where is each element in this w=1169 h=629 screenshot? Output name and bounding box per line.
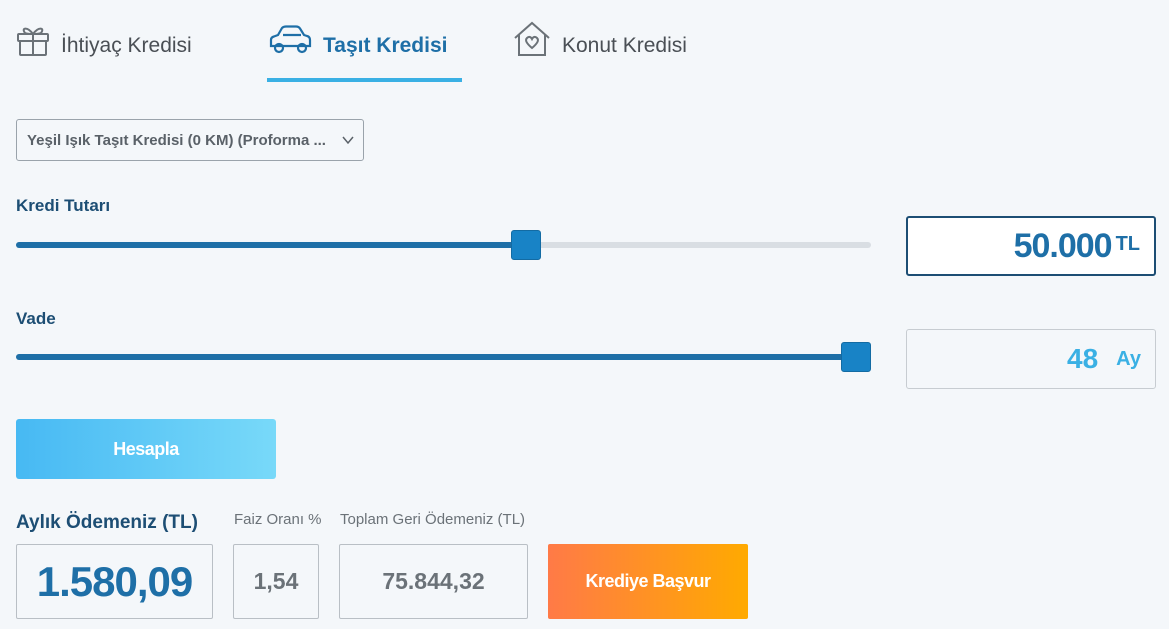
- monthly-payment-label: Aylık Ödemeniz (TL): [16, 512, 198, 533]
- total-repayment-label: Toplam Geri Ödemeniz (TL): [340, 511, 526, 528]
- term-unit: Ay: [1116, 347, 1141, 370]
- term-label: Vade: [16, 309, 56, 328]
- calculate-button[interactable]: Hesapla: [16, 419, 276, 479]
- interest-rate-label: Faiz Oranı %: [234, 511, 322, 528]
- gift-icon: [17, 27, 49, 56]
- slider-fill: [16, 242, 526, 248]
- term-value: 48: [1067, 343, 1099, 374]
- term-slider[interactable]: [16, 342, 871, 372]
- currency-unit: TL: [1115, 232, 1140, 255]
- loan-amount-input[interactable]: 50.000 TL: [906, 216, 1156, 276]
- house-heart-icon: [514, 21, 550, 56]
- interest-rate-box: 1,54: [233, 544, 319, 619]
- loan-product-select[interactable]: Yeşil Işık Taşıt Kredisi (0 KM) (Proform…: [16, 119, 364, 161]
- monthly-payment-box: 1.580,09: [16, 544, 213, 619]
- slider-handle[interactable]: [841, 342, 871, 372]
- chevron-down-icon: [342, 136, 354, 145]
- apply-loan-button[interactable]: Krediye Başvur: [548, 544, 748, 619]
- tab-label: Taşıt Kredisi: [323, 34, 448, 57]
- loan-amount-label: Kredi Tutarı: [16, 196, 111, 215]
- monthly-payment-value: 1.580,09: [36, 557, 193, 605]
- tab-tasit-kredisi[interactable]: Taşıt Kredisi: [267, 22, 462, 82]
- active-tab-indicator: [267, 78, 462, 82]
- total-repayment-value: 75.844,32: [382, 568, 485, 594]
- slider-handle[interactable]: [511, 230, 541, 260]
- loan-amount-value: 50.000: [1013, 226, 1113, 265]
- tab-ihtiyac-kredisi[interactable]: İhtiyaç Kredisi: [15, 22, 192, 82]
- interest-rate-value: 1,54: [253, 568, 299, 594]
- loan-amount-slider[interactable]: [16, 230, 871, 260]
- select-value: Yeşil Işık Taşıt Kredisi (0 KM) (Proform…: [27, 131, 326, 149]
- car-icon: [269, 25, 312, 54]
- tab-label: Konut Kredisi: [562, 34, 687, 57]
- tab-label: İhtiyaç Kredisi: [61, 34, 192, 57]
- total-repayment-box: 75.844,32: [339, 544, 528, 619]
- slider-fill: [16, 354, 856, 360]
- term-input[interactable]: 48 Ay: [906, 329, 1156, 389]
- tab-konut-kredisi[interactable]: Konut Kredisi: [512, 21, 687, 82]
